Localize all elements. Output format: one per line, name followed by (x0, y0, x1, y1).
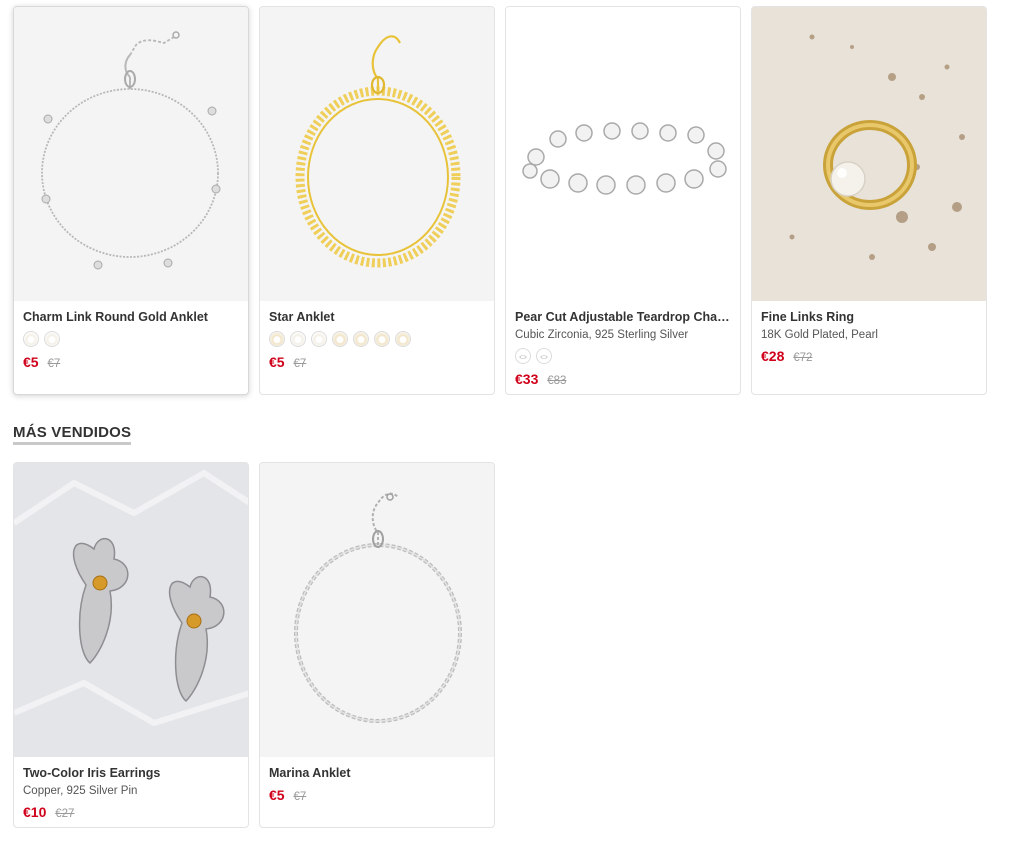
swatch-option[interactable] (515, 348, 531, 364)
price: €28 €72 (761, 347, 977, 367)
price: €5 €7 (269, 353, 485, 373)
swatch-option[interactable] (290, 331, 306, 347)
product-card-charm-link-anklet[interactable]: Charm Link Round Gold Anklet €5 €7 (13, 6, 249, 395)
product-name[interactable]: Two-Color Iris Earrings (23, 765, 239, 781)
swatch-option[interactable] (536, 348, 552, 364)
product-image[interactable] (14, 7, 248, 301)
product-image[interactable] (260, 7, 494, 301)
price: €5 €7 (269, 786, 485, 806)
original-price: €72 (793, 352, 813, 364)
silver-charm-anklet-icon (41, 31, 221, 270)
swatch-option[interactable] (353, 331, 369, 347)
silver-chain-anklet-icon (294, 492, 462, 723)
teardrop-bracelet-icon (522, 122, 727, 195)
swatch-option[interactable] (332, 331, 348, 347)
product-image[interactable] (14, 463, 248, 757)
product-name[interactable]: Marina Anklet (269, 765, 485, 781)
product-name[interactable]: Star Anklet (269, 309, 485, 325)
product-card-teardrop-chain[interactable]: Pear Cut Adjustable Teardrop Chain… Cubi… (505, 6, 741, 395)
product-material: Copper, 925 Silver Pin (23, 785, 138, 797)
original-price: €7 (293, 791, 307, 803)
color-swatches (515, 348, 731, 365)
swatch-option[interactable] (395, 331, 411, 347)
original-price: €27 (55, 808, 75, 820)
product-name[interactable]: Fine Links Ring (761, 309, 977, 325)
sale-price: €5 (269, 787, 285, 803)
section-title-best-sellers[interactable]: MÁS VENDIDOS (13, 424, 132, 445)
product-card-fine-links-ring[interactable]: Fine Links Ring 18K Gold Plated, Pearl €… (751, 6, 987, 395)
color-swatches (269, 331, 485, 348)
swatch-option[interactable] (23, 331, 39, 347)
gold-star-anklet-icon (295, 35, 461, 268)
product-image[interactable] (260, 463, 494, 757)
sale-price: €5 (269, 354, 285, 370)
swatch-option[interactable] (311, 331, 327, 347)
sale-price: €5 (23, 354, 39, 370)
swatch-option[interactable] (44, 331, 60, 347)
product-image[interactable] (752, 7, 986, 301)
pearl-gold-ring-icon (752, 7, 986, 301)
sale-price: €28 (761, 348, 785, 364)
product-name[interactable]: Charm Link Round Gold Anklet (23, 309, 239, 325)
product-material: 18K Gold Plated, Pearl (761, 329, 878, 341)
swatch-option[interactable] (374, 331, 390, 347)
product-image[interactable] (506, 7, 740, 301)
sale-price: €33 (515, 371, 539, 387)
iris-earrings-icon (14, 463, 248, 757)
swatch-option[interactable] (269, 331, 285, 347)
original-price: €83 (547, 375, 567, 387)
product-name[interactable]: Pear Cut Adjustable Teardrop Chain… (515, 309, 731, 325)
sale-price: €10 (23, 804, 47, 820)
price: €10 €27 (23, 803, 239, 823)
original-price: €7 (293, 358, 307, 370)
color-swatches (23, 331, 239, 348)
price: €33 €83 (515, 370, 731, 390)
product-card-iris-earrings[interactable]: Two-Color Iris Earrings Copper, 925 Silv… (13, 462, 249, 828)
price: €5 €7 (23, 353, 239, 373)
product-card-star-anklet[interactable]: Star Anklet €5 €7 (259, 6, 495, 395)
product-material: Cubic Zirconia, 925 Sterling Silver (515, 329, 689, 341)
original-price: €7 (47, 358, 61, 370)
product-card-marina-anklet[interactable]: Marina Anklet €5 €7 (259, 462, 495, 828)
